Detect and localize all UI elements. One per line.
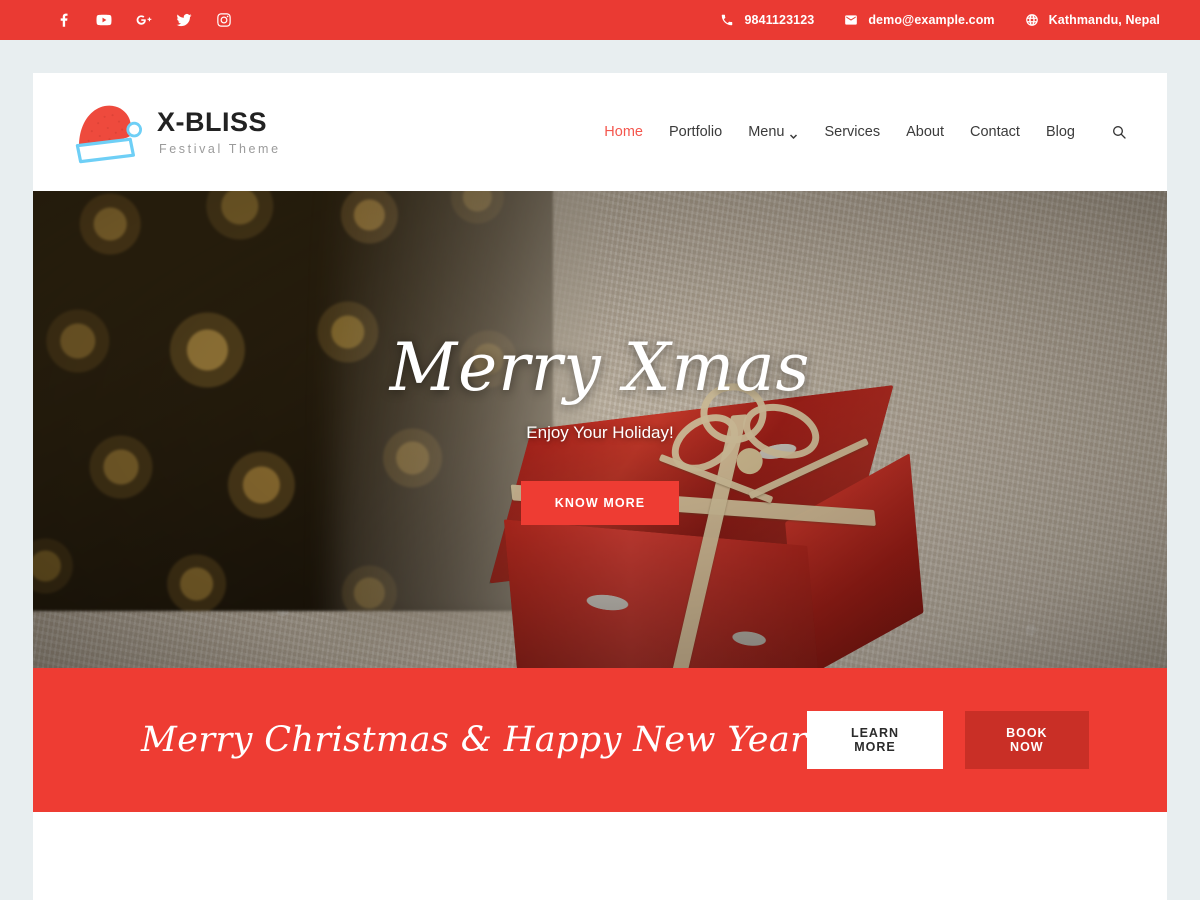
nav-item-about[interactable]: About [906,124,944,140]
instagram-icon[interactable] [215,11,233,29]
cta-band: Merry Christmas & Happy New Year LEARN M… [33,668,1167,812]
nav-label: About [906,124,944,140]
email-item[interactable]: demo@example.com [844,13,995,27]
main-navigation: Home Portfolio Menu Services About Conta… [604,122,1129,142]
nav-label: Menu [748,124,785,140]
nav-item-services[interactable]: Services [824,124,880,140]
envelope-icon [844,13,858,27]
social-links [55,11,233,29]
hero-title: Merry Xmas [389,328,811,406]
search-icon[interactable] [1109,122,1129,142]
brand-name: X-BLISS [157,107,268,138]
nav-label: Portfolio [668,124,723,140]
nav-item-menu[interactable]: Menu [748,124,798,140]
learn-more-button[interactable]: LEARN MORE [807,711,943,769]
email-address: demo@example.com [868,13,995,27]
google-plus-icon[interactable] [135,11,153,29]
top-bar: 9841123123 demo@example.com Kathmandu, N… [0,0,1200,40]
brand-text: X-BLISS Festival Theme [157,107,281,156]
know-more-button[interactable]: KNOW MORE [520,480,680,525]
brand-logo[interactable]: X-BLISS Festival Theme [71,99,281,165]
nav-label: Home [604,124,643,140]
nav-item-contact[interactable]: Contact [970,124,1020,140]
nav-item-portfolio[interactable]: Portfolio [669,124,722,140]
nav-label: Contact [969,124,1020,140]
facebook-icon[interactable] [55,11,73,29]
contact-info: 9841123123 demo@example.com Kathmandu, N… [720,13,1160,27]
phone-item[interactable]: 9841123123 [720,13,814,27]
nav-label: Services [824,124,881,140]
page-wrap: X-BLISS Festival Theme Home Portfolio Me… [0,40,1200,900]
hero-subtitle: Enjoy Your Holiday! [526,422,674,442]
santa-hat-icon [71,99,143,165]
phone-icon [720,13,734,27]
cta-buttons: LEARN MORE BOOK NOW [807,711,1089,769]
site-header: X-BLISS Festival Theme Home Portfolio Me… [33,73,1167,191]
location-text: Kathmandu, Nepal [1048,13,1160,27]
phone-number: 9841123123 [744,13,815,27]
nav-item-blog[interactable]: Blog [1046,124,1075,140]
chevron-down-icon [789,129,798,139]
book-now-button[interactable]: BOOK NOW [964,711,1089,769]
youtube-icon[interactable] [95,11,113,29]
cta-heading: Merry Christmas & Happy New Year [141,720,808,760]
hero-banner: Merry Xmas Enjoy Your Holiday! KNOW MORE [33,191,1167,668]
brand-tagline: Festival Theme [159,141,281,156]
nav-label: Blog [1045,124,1075,140]
content-section-below [33,812,1167,900]
site-container: X-BLISS Festival Theme Home Portfolio Me… [33,73,1167,900]
location-item[interactable]: Kathmandu, Nepal [1025,13,1160,27]
nav-item-home[interactable]: Home [604,124,643,140]
hero-content: Merry Xmas Enjoy Your Holiday! KNOW MORE [33,191,1167,668]
twitter-icon[interactable] [175,11,193,29]
globe-icon [1025,13,1039,27]
